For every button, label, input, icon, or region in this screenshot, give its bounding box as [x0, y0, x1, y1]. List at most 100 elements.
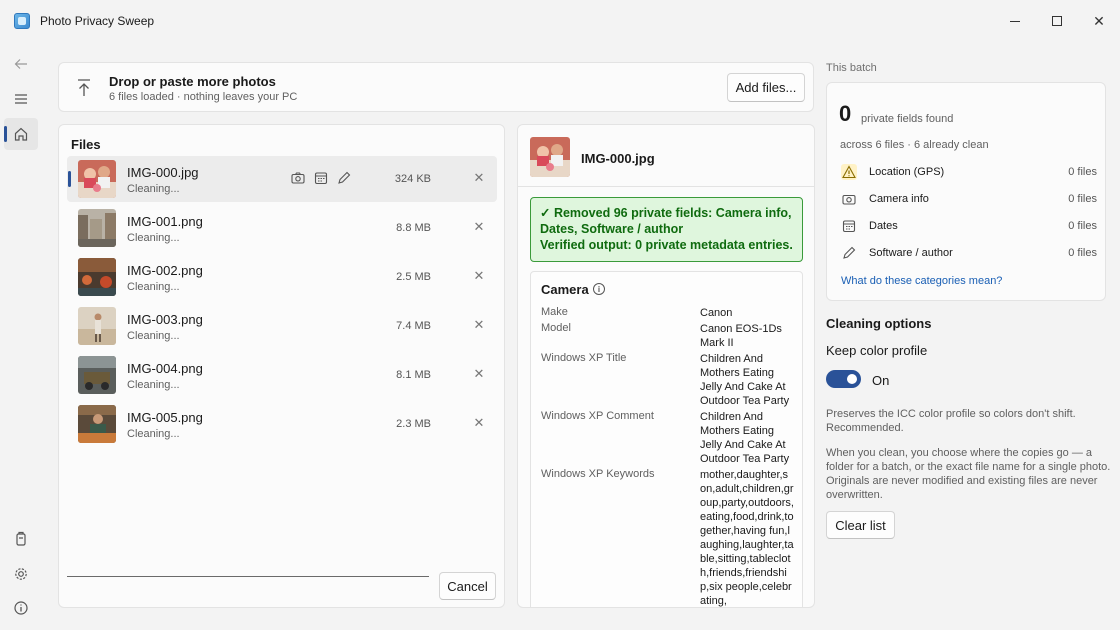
toggle-state-label: On — [872, 373, 890, 388]
file-row[interactable]: IMG-002.png Cleaning... 2.5 MB ✕ — [67, 254, 497, 300]
minimize-icon — [1010, 20, 1020, 22]
remove-file-icon[interactable]: ✕ — [471, 170, 487, 186]
pencil-icon[interactable] — [337, 171, 352, 186]
add-files-button[interactable]: Add files... — [727, 73, 805, 102]
files-title: Files — [71, 137, 101, 152]
calendar-icon — [841, 218, 857, 234]
meta-key: Windows XP Title — [541, 352, 627, 364]
file-status: Cleaning... — [127, 183, 180, 195]
meta-key: Windows XP Comment — [541, 410, 654, 422]
category-count: 0 files — [1068, 220, 1097, 232]
thumbnail-image — [78, 160, 116, 198]
thumbnail-image — [78, 405, 116, 443]
meta-key: Windows XP Keywords — [541, 468, 655, 480]
drop-zone[interactable]: Drop or paste more photos 6 files loaded… — [58, 62, 814, 112]
nav-batches[interactable] — [4, 523, 38, 555]
remove-file-icon[interactable]: ✕ — [471, 219, 487, 235]
cancel-button[interactable]: Cancel — [439, 572, 496, 600]
file-size: 7.4 MB — [396, 320, 431, 332]
camera-icon — [841, 191, 857, 207]
category-row-software: Software / author 0 files — [841, 244, 1097, 264]
back-arrow-icon — [14, 59, 27, 69]
drop-title: Drop or paste more photos — [109, 74, 276, 89]
file-size: 8.1 MB — [396, 369, 431, 381]
remove-file-icon[interactable]: ✕ — [471, 415, 487, 431]
info-icon — [14, 601, 28, 615]
detail-panel: IMG-000.jpg ✓ Removed 96 private fields:… — [517, 124, 815, 608]
divider — [518, 186, 814, 187]
batch-label: This batch — [826, 62, 877, 74]
meta-value: Canon EOS-1Ds Mark II — [700, 323, 782, 349]
thumbnail-image — [78, 209, 116, 247]
drop-subtitle: 6 files loaded · nothing leaves your PC — [109, 91, 298, 103]
thumbnail-image — [78, 356, 116, 394]
nav-home[interactable] — [4, 118, 38, 150]
file-size: 2.5 MB — [396, 271, 431, 283]
nav-settings[interactable] — [4, 558, 38, 590]
batch-files-summary: across 6 files · 6 already clean — [840, 139, 989, 151]
maximize-button[interactable] — [1036, 0, 1078, 42]
file-row[interactable]: IMG-004.png Cleaning... 8.1 MB ✕ — [67, 352, 497, 398]
keep-color-profile-toggle[interactable] — [826, 370, 861, 388]
thumbnail-image — [78, 307, 116, 345]
meta-value: Children And Mothers Eating Jelly And Ca… — [700, 411, 790, 465]
title-bar: Photo Privacy Sweep ✕ — [0, 0, 1120, 42]
clear-list-button[interactable]: Clear list — [826, 511, 895, 539]
category-label: Camera info — [869, 193, 929, 205]
batch-summary-card: 0 private fields found across 6 files · … — [826, 82, 1106, 301]
file-size: 8.8 MB — [396, 222, 431, 234]
home-icon — [14, 127, 28, 141]
detail-thumbnail — [530, 137, 570, 177]
file-name: IMG-004.png — [127, 361, 203, 376]
file-name: IMG-005.png — [127, 410, 203, 425]
close-icon: ✕ — [1093, 12, 1105, 29]
category-label: Dates — [869, 220, 898, 232]
maximize-icon — [1052, 16, 1062, 26]
thumbnail-image — [78, 258, 116, 296]
category-row-location: Location (GPS) 0 files — [841, 163, 1097, 183]
nav-rail — [0, 42, 42, 630]
categories-help-link[interactable]: What do these categories mean? — [841, 275, 1002, 287]
category-row-dates: Dates 0 files — [841, 217, 1097, 237]
file-row[interactable]: IMG-001.png Cleaning... 8.8 MB ✕ — [67, 205, 497, 251]
menu-button[interactable] — [4, 83, 38, 115]
file-name: IMG-000.jpg — [127, 165, 199, 180]
category-label: Software / author — [869, 247, 953, 259]
close-window-button[interactable]: ✕ — [1078, 0, 1120, 42]
meta-key: Model — [541, 322, 571, 334]
nav-about[interactable] — [4, 592, 38, 624]
hamburger-icon — [15, 94, 27, 104]
progress-bar — [67, 576, 429, 577]
briefcase-icon — [16, 531, 26, 546]
success-summary: ✓ Removed 96 private fields: Camera info… — [540, 206, 792, 236]
file-status: Cleaning... — [127, 232, 180, 244]
meta-value: Canon — [700, 307, 733, 319]
meta-value: mother,daughter,son,adult,children,group… — [700, 469, 794, 607]
file-row[interactable]: IMG-003.png Cleaning... 7.4 MB ✕ — [67, 303, 497, 349]
metadata-panel[interactable]: Camera i Make Canon Model Canon EOS-1Ds … — [530, 271, 803, 607]
color-profile-help: Preserves the ICC color profile so color… — [826, 408, 1076, 434]
file-name: IMG-001.png — [127, 214, 203, 229]
remove-file-icon[interactable]: ✕ — [471, 317, 487, 333]
calendar-icon[interactable] — [314, 171, 329, 186]
remove-file-icon[interactable]: ✕ — [471, 366, 487, 382]
private-fields-label: private fields found — [861, 113, 954, 125]
file-row[interactable]: IMG-000.jpg Cleaning... 324 KB ✕ — [67, 156, 497, 202]
pencil-icon — [841, 245, 857, 261]
remove-file-icon[interactable]: ✕ — [471, 268, 487, 284]
minimize-button[interactable] — [994, 0, 1036, 42]
camera-icon[interactable] — [291, 171, 306, 186]
back-button[interactable] — [4, 48, 38, 80]
file-status: Cleaning... — [127, 330, 180, 342]
upload-icon — [78, 79, 90, 96]
private-fields-count: 0 — [839, 101, 852, 126]
warning-icon — [841, 164, 857, 180]
output-location-help: When you clean, you choose where the cop… — [826, 447, 1111, 501]
meta-value: Children And Mothers Eating Jelly And Ca… — [700, 353, 790, 407]
file-size: 2.3 MB — [396, 418, 431, 430]
category-count: 0 files — [1068, 166, 1097, 178]
info-icon[interactable]: i — [593, 283, 605, 295]
keep-color-profile-label: Keep color profile — [826, 343, 928, 358]
file-row[interactable]: IMG-005.png Cleaning... 2.3 MB ✕ — [67, 401, 497, 447]
success-verified: Verified output: 0 private metadata entr… — [540, 238, 793, 252]
